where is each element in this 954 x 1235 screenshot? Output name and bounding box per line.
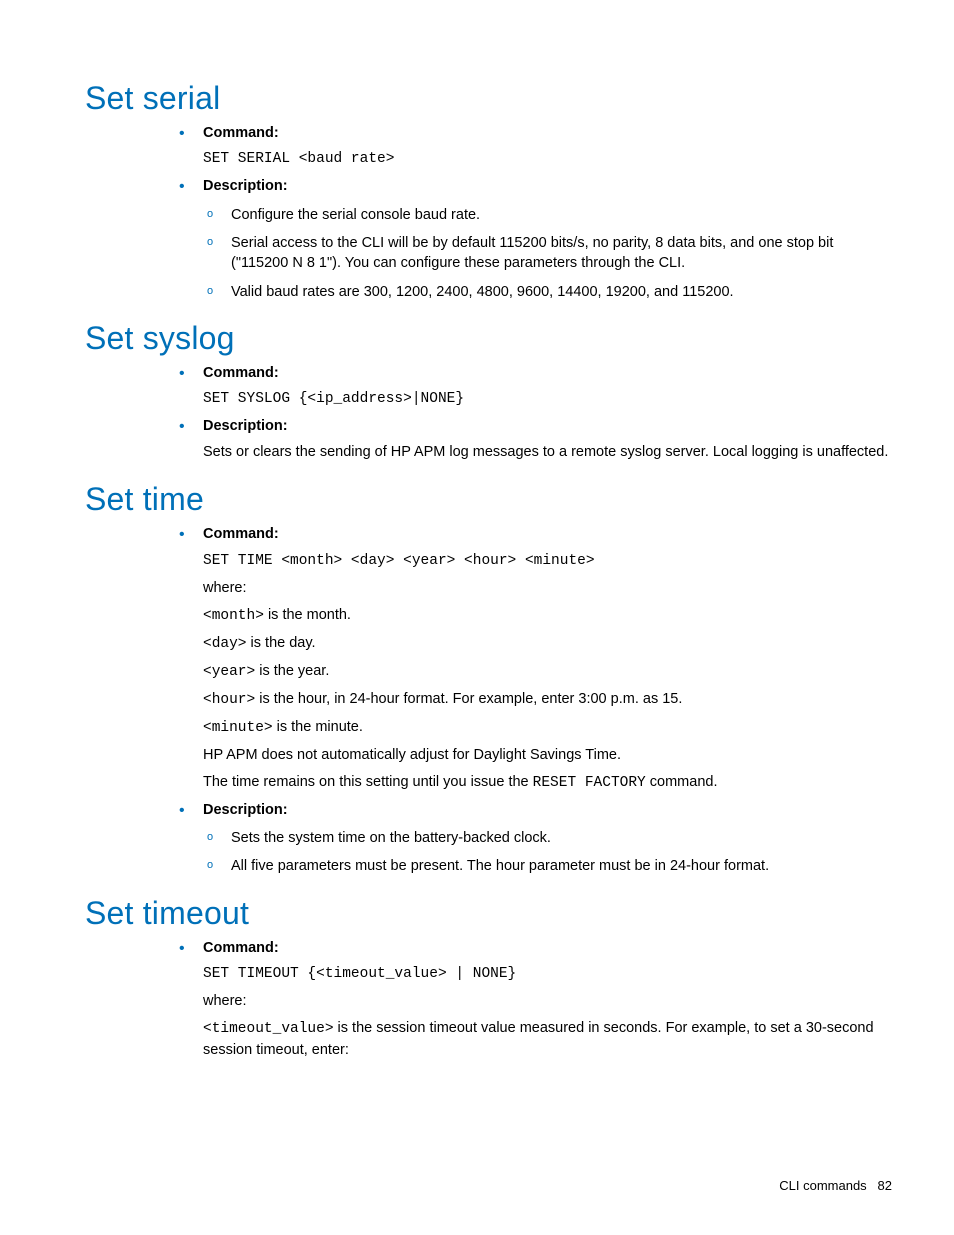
remain-post: command.	[646, 774, 718, 790]
param-text: is the month.	[264, 607, 351, 623]
heading-set-time: Set time	[85, 481, 894, 518]
remain-code: RESET FACTORY	[533, 775, 646, 791]
heading-set-timeout: Set timeout	[85, 895, 894, 932]
description-label: Description:	[203, 418, 288, 434]
list-item: Description: Sets the system time on the…	[175, 800, 894, 877]
list-time: Command: SET TIME <month> <day> <year> <…	[175, 524, 894, 876]
heading-set-syslog: Set syslog	[85, 320, 894, 357]
param-code: <year>	[203, 664, 255, 680]
remain-note: The time remains on this setting until y…	[203, 772, 894, 794]
param-code: <month>	[203, 608, 264, 624]
param-line: <hour> is the hour, in 24-hour format. F…	[203, 689, 894, 711]
dst-note: HP APM does not automatically adjust for…	[203, 745, 894, 766]
list-syslog: Command: SET SYSLOG {<ip_address>|NONE} …	[175, 363, 894, 464]
footer-section: CLI commands	[779, 1178, 866, 1193]
param-text: is the hour, in 24-hour format. For exam…	[255, 691, 682, 707]
list-item: Valid baud rates are 300, 1200, 2400, 48…	[203, 282, 894, 302]
param-line: <day> is the day.	[203, 633, 894, 655]
list-item: Command: SET TIMEOUT {<timeout_value> | …	[175, 938, 894, 1061]
page-footer: CLI commands 82	[779, 1178, 892, 1193]
list-item: Description: Sets or clears the sending …	[175, 416, 894, 463]
sub-list: Configure the serial console baud rate. …	[203, 205, 894, 302]
list-item: Command: SET SYSLOG {<ip_address>|NONE}	[175, 363, 894, 410]
where-label: where:	[203, 578, 894, 599]
where-label: where:	[203, 991, 894, 1012]
param-line: <timeout_value> is the session timeout v…	[203, 1018, 894, 1061]
param-text: is the year.	[255, 663, 329, 679]
command-label: Command:	[203, 125, 279, 141]
document-page: Set serial Command: SET SERIAL <baud rat…	[0, 0, 954, 1235]
command-code: SET TIME <month> <day> <year> <hour> <mi…	[203, 551, 894, 572]
list-item: Serial access to the CLI will be by defa…	[203, 233, 894, 274]
sub-list: Sets the system time on the battery-back…	[203, 828, 894, 877]
command-label: Command:	[203, 526, 279, 542]
command-code: SET SERIAL <baud rate>	[203, 149, 894, 170]
param-code: <hour>	[203, 692, 255, 708]
list-timeout: Command: SET TIMEOUT {<timeout_value> | …	[175, 938, 894, 1061]
list-item: All five parameters must be present. The…	[203, 856, 894, 876]
param-code: <day>	[203, 636, 247, 652]
description-label: Description:	[203, 178, 288, 194]
command-code: SET TIMEOUT {<timeout_value> | NONE}	[203, 964, 894, 985]
param-line: <month> is the month.	[203, 605, 894, 627]
description-text: Sets or clears the sending of HP APM log…	[203, 442, 894, 463]
list-item: Sets the system time on the battery-back…	[203, 828, 894, 848]
list-item: Command: SET TIME <month> <day> <year> <…	[175, 524, 894, 793]
heading-set-serial: Set serial	[85, 80, 894, 117]
command-code: SET SYSLOG {<ip_address>|NONE}	[203, 389, 894, 410]
remain-pre: The time remains on this setting until y…	[203, 774, 533, 790]
param-code: <timeout_value>	[203, 1021, 334, 1037]
list-item: Configure the serial console baud rate.	[203, 205, 894, 225]
param-text: is the day.	[247, 635, 316, 651]
param-line: <minute> is the minute.	[203, 717, 894, 739]
param-text: is the minute.	[273, 719, 363, 735]
list-serial: Command: SET SERIAL <baud rate> Descript…	[175, 123, 894, 302]
command-label: Command:	[203, 365, 279, 381]
param-code: <minute>	[203, 720, 273, 736]
param-line: <year> is the year.	[203, 661, 894, 683]
list-item: Description: Configure the serial consol…	[175, 176, 894, 301]
footer-page-number: 82	[878, 1178, 892, 1193]
description-label: Description:	[203, 802, 288, 818]
list-item: Command: SET SERIAL <baud rate>	[175, 123, 894, 170]
command-label: Command:	[203, 940, 279, 956]
